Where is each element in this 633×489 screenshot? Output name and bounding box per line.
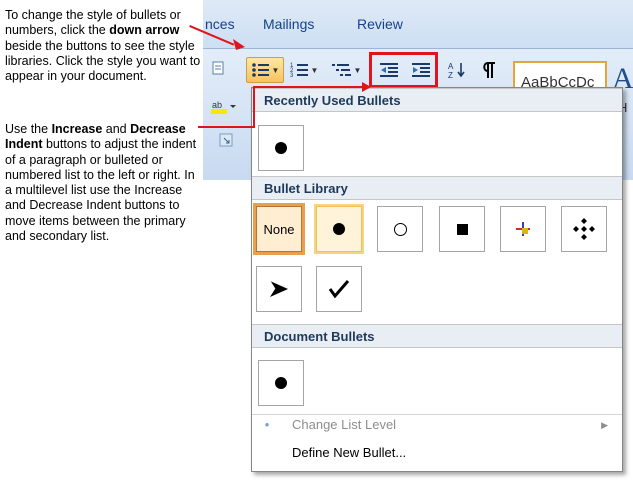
tab-mailings[interactable]: Mailings bbox=[263, 16, 314, 32]
bullet-library-none[interactable]: None bbox=[253, 203, 305, 255]
callout-line-indent-vertical bbox=[253, 86, 255, 128]
arrowhead-bullet-icon bbox=[269, 280, 288, 297]
define-new-bullet-menu-item[interactable]: Define New Bullet... bbox=[252, 440, 622, 466]
none-label: None bbox=[263, 221, 295, 237]
diamond-cluster-bullet-icon bbox=[573, 218, 595, 240]
dialog-launcher-icon[interactable] bbox=[215, 130, 237, 150]
numbering-button[interactable]: 1 2 3 ▼ bbox=[285, 57, 323, 83]
filled-circle-bullet-icon bbox=[333, 223, 345, 235]
annotation-bold-down-arrow: down arrow bbox=[109, 23, 180, 38]
bullets-icon bbox=[251, 63, 269, 77]
sort-icon: A Z bbox=[448, 62, 465, 79]
tab-references[interactable]: nces bbox=[205, 16, 235, 32]
change-list-level-menu-item[interactable]: • Change List Level ▶ bbox=[252, 412, 622, 438]
filled-circle-bullet-icon bbox=[275, 142, 287, 154]
define-new-bullet-label: Define New Bullet... bbox=[292, 445, 407, 460]
tab-review[interactable]: Review bbox=[357, 16, 403, 32]
numbering-icon: 1 2 3 bbox=[290, 63, 308, 79]
annotation-paragraph-1: To change the style of bullets or number… bbox=[5, 8, 201, 84]
bullets-dropdown-arrow-icon[interactable]: ▼ bbox=[272, 66, 280, 75]
filled-circle-bullet-icon bbox=[275, 377, 287, 389]
document-bullet-filled-circle[interactable] bbox=[258, 360, 304, 406]
square-bullet-icon bbox=[456, 223, 468, 235]
multilevel-list-icon bbox=[331, 64, 351, 76]
small-bullet-icon: • bbox=[264, 417, 270, 432]
svg-text:ab: ab bbox=[212, 100, 222, 110]
format-painter-icon[interactable] bbox=[207, 55, 231, 81]
callout-arrowhead-icon bbox=[362, 82, 371, 92]
bullets-button[interactable]: ▼ bbox=[246, 57, 284, 83]
document-bullets-header: Document Bullets bbox=[252, 324, 622, 348]
annotation-text: Use the bbox=[5, 122, 52, 136]
show-hide-formatting-button[interactable] bbox=[474, 57, 504, 83]
annotation-paragraph-2: Use the Increase and Decrease Indent but… bbox=[5, 122, 201, 244]
hollow-circle-bullet-icon bbox=[393, 222, 407, 236]
callout-line-indent-top bbox=[253, 86, 365, 88]
svg-text:A: A bbox=[448, 62, 454, 71]
callout-line-indent-horizontal bbox=[198, 126, 255, 128]
highlight-color-icon[interactable]: ab bbox=[207, 94, 239, 120]
bullet-library-dropdown: Recently Used Bullets Bullet Library Non… bbox=[251, 87, 623, 472]
svg-text:3: 3 bbox=[290, 73, 294, 79]
bullet-library-arrowhead[interactable] bbox=[256, 266, 302, 312]
ribbon-tab-bar: nces Mailings Review bbox=[203, 0, 633, 49]
bullet-library-checkmark[interactable] bbox=[316, 266, 362, 312]
bullet-library-square[interactable] bbox=[439, 206, 485, 252]
pilcrow-icon bbox=[483, 62, 495, 78]
bullet-library-hollow-circle[interactable] bbox=[377, 206, 423, 252]
annotation-text: and bbox=[102, 122, 131, 136]
indent-buttons-highlight bbox=[369, 52, 438, 88]
recently-used-bullets-header: Recently Used Bullets bbox=[252, 88, 622, 112]
bullet-library-diamond-cluster[interactable] bbox=[561, 206, 607, 252]
sort-button[interactable]: A Z bbox=[442, 57, 472, 83]
annotation-text: buttons to adjust the indent of a paragr… bbox=[5, 137, 197, 244]
recent-bullet-filled-circle[interactable] bbox=[258, 125, 304, 171]
numbering-dropdown-arrow-icon[interactable]: ▼ bbox=[311, 66, 319, 75]
colored-star-bullet-icon bbox=[516, 222, 530, 236]
multilevel-dropdown-arrow-icon[interactable]: ▼ bbox=[354, 66, 362, 75]
annotation-bold-increase: Increase bbox=[51, 122, 103, 136]
bullet-library-colored-star[interactable] bbox=[500, 206, 546, 252]
submenu-arrow-icon: ▶ bbox=[601, 420, 608, 430]
checkmark-bullet-icon bbox=[328, 280, 350, 299]
callout-arrowhead-down-arrow-icon bbox=[233, 39, 245, 50]
annotation-text: beside the buttons to see the style libr… bbox=[5, 38, 201, 84]
bullet-library-header: Bullet Library bbox=[252, 176, 622, 200]
bullet-library-filled-circle[interactable] bbox=[314, 204, 364, 254]
change-list-level-label: Change List Level bbox=[292, 417, 397, 432]
svg-text:Z: Z bbox=[448, 71, 453, 79]
